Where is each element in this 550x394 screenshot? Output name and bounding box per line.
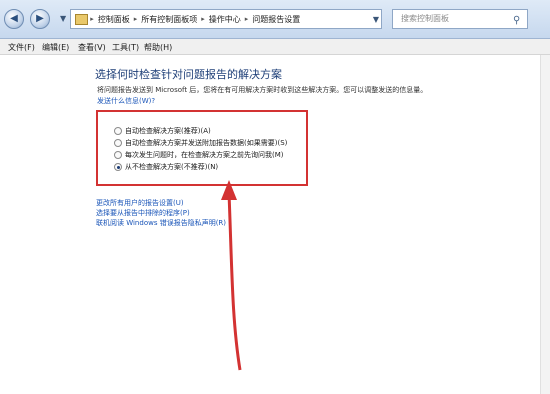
arrow-shaft [227, 192, 242, 371]
red-arrow-annotation [221, 180, 242, 371]
arrow-head [221, 180, 237, 200]
